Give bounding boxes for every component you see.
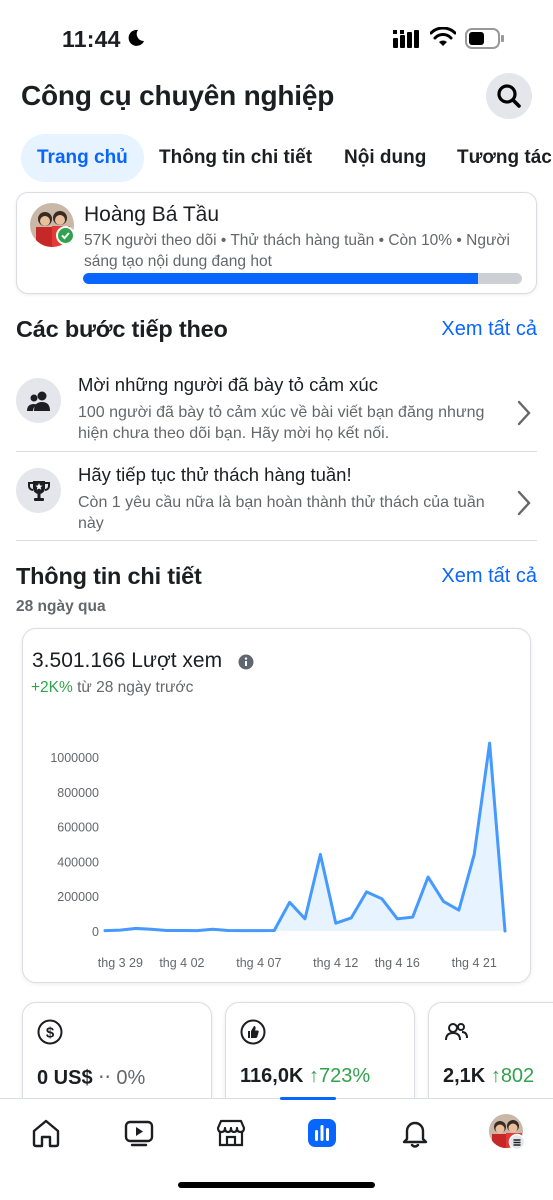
video-icon	[124, 1120, 154, 1147]
stat-value: 2,1K ↑802	[443, 1065, 534, 1088]
x-tick-label: thg 4 02	[159, 956, 204, 970]
verified-icon	[56, 226, 75, 245]
stat-change: ↑802	[490, 1065, 535, 1087]
views-change: +2K% từ 28 ngày trước	[31, 679, 193, 697]
views-value: 3.501.166 Lượt xem	[32, 649, 223, 672]
stat-number: 2,1K	[443, 1065, 486, 1087]
x-tick-label: thg 4 07	[236, 956, 281, 970]
svg-text:$: $	[46, 1025, 55, 1042]
stat-number: 116,0K	[240, 1065, 304, 1087]
stat-change: ‧‧ 0%	[98, 1067, 146, 1089]
home-icon	[32, 1119, 60, 1148]
step-description: 100 người đã bày tỏ cảm xúc về bài viết …	[78, 404, 485, 442]
chart-series-line	[103, 741, 507, 933]
views-change-text: từ 28 ngày trước	[72, 679, 194, 696]
battery-icon	[465, 28, 504, 49]
bell-icon	[402, 1121, 428, 1148]
stat-value: 0 US$ ‧‧ 0%	[37, 1065, 145, 1090]
active-tab-indicator	[280, 1097, 336, 1100]
nav-marketplace[interactable]	[213, 1115, 249, 1151]
status-time: 11:44	[62, 26, 121, 52]
signal-icon	[393, 30, 419, 48]
y-tick-label: 600000	[57, 821, 99, 835]
challenge-progress-bar	[83, 273, 522, 284]
stat-value: 116,0K ↑723%	[240, 1065, 370, 1088]
tab-engagement[interactable]: Tương tác	[441, 134, 553, 182]
tab-bar: Trang chủ Thông tin chi tiết Nội dung Tư…	[0, 134, 553, 182]
trophy-icon	[16, 468, 61, 513]
x-tick-label: thg 4 21	[452, 956, 497, 970]
next-steps-title: Các bước tiếp theo	[16, 316, 228, 342]
nav-profile-menu[interactable]	[488, 1113, 526, 1151]
info-icon[interactable]	[238, 654, 254, 670]
insights-see-all-link[interactable]: Xem tất cả	[441, 565, 537, 588]
y-tick-label: 400000	[57, 855, 99, 869]
stat-change: ↑723%	[308, 1065, 371, 1087]
home-indicator	[178, 1182, 375, 1188]
people-icon	[16, 378, 61, 423]
step-description: Còn 1 yêu cầu nữa là bạn hoàn thành thử …	[78, 494, 485, 532]
y-tick-label: 0	[92, 925, 99, 939]
views-chart-card[interactable]: 0 200000 400000 600000 800000 1000000 thg 3 29…	[22, 628, 531, 983]
views-change-value: +2K%	[31, 679, 73, 696]
y-tick-label: 1000000	[50, 751, 99, 765]
stat-number: 0 US$	[37, 1067, 93, 1089]
like-icon	[240, 1019, 266, 1045]
progress-fill	[83, 273, 479, 284]
chevron-right-icon	[517, 490, 531, 516]
nav-home[interactable]	[28, 1115, 64, 1151]
nav-notifications[interactable]	[397, 1115, 433, 1151]
y-tick-label: 800000	[57, 786, 99, 800]
moon-icon	[128, 29, 144, 46]
step-weekly-challenge[interactable]: Hãy tiếp tục thử thách hàng tuần! Còn 1 …	[16, 464, 537, 534]
dollar-icon: $	[37, 1019, 63, 1045]
x-tick-label: thg 3 29	[98, 956, 143, 970]
marketplace-icon	[216, 1119, 246, 1147]
search-button[interactable]	[486, 73, 532, 119]
step-title: Hãy tiếp tục thử thách hàng tuần!	[78, 464, 352, 485]
tab-content[interactable]: Nội dung	[328, 134, 442, 182]
step-title: Mời những người đã bày tỏ cảm xúc	[78, 374, 378, 395]
profile-card[interactable]: Hoàng Bá Tầu 57K người theo dõi • Thử th…	[16, 192, 537, 294]
insights-title: Thông tin chi tiết	[16, 563, 202, 589]
y-tick-label: 200000	[57, 890, 99, 904]
followers-icon	[445, 1023, 468, 1041]
insights-period: 28 ngày qua	[16, 598, 106, 615]
profile-avatar-icon	[489, 1114, 526, 1151]
next-steps-see-all-link[interactable]: Xem tất cả	[441, 318, 537, 341]
x-tick-label: thg 4 12	[313, 956, 358, 970]
status-bar: 11:44	[0, 0, 553, 70]
page-title: Công cụ chuyên nghiệp	[21, 80, 335, 111]
reactions-stat-card[interactable]: 116,0K ↑723%	[225, 1002, 415, 1112]
followers-stat-card[interactable]: 2,1K ↑802	[428, 1002, 553, 1112]
divider	[16, 451, 537, 452]
wifi-icon	[430, 27, 456, 46]
profile-meta: 57K người theo dõi • Thử thách hàng tuần…	[84, 232, 510, 270]
step-invite-reactors[interactable]: Mời những người đã bày tỏ cảm xúc 100 ng…	[16, 374, 537, 444]
tab-home[interactable]: Trang chủ	[21, 134, 144, 182]
dashboard-icon	[308, 1119, 336, 1147]
nav-professional-dashboard[interactable]	[304, 1115, 340, 1151]
x-tick-label: thg 4 16	[375, 956, 420, 970]
profile-name: Hoàng Bá Tầu	[84, 203, 220, 226]
search-icon	[497, 84, 521, 108]
chevron-right-icon	[517, 400, 531, 426]
earnings-stat-card[interactable]: $ 0 US$ ‧‧ 0%	[22, 1002, 212, 1112]
tab-insights[interactable]: Thông tin chi tiết	[143, 134, 328, 182]
nav-video[interactable]	[121, 1115, 157, 1151]
divider	[16, 540, 537, 541]
